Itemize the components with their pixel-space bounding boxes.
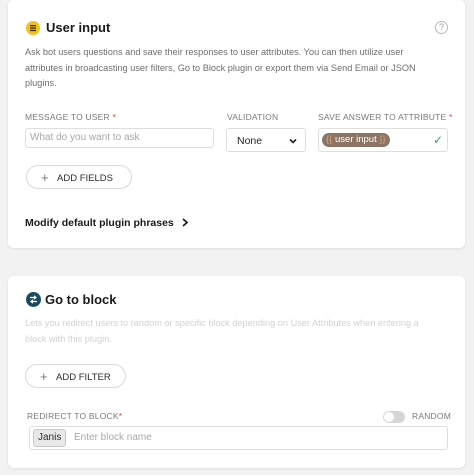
message-to-user-input[interactable]: What do you want to ask bbox=[25, 128, 214, 148]
block-tag-janis[interactable]: Janis bbox=[33, 429, 67, 447]
message-to-user-label: MESSAGE TO USER * bbox=[25, 112, 116, 122]
plus-icon: + bbox=[41, 170, 49, 185]
validation-value: None bbox=[237, 135, 263, 147]
add-fields-button[interactable]: + ADD FIELDS bbox=[26, 165, 132, 189]
redirect-to-block-label: REDIRECT TO BLOCK* bbox=[27, 411, 122, 421]
add-filter-button[interactable]: + ADD FILTER bbox=[25, 364, 126, 388]
add-filter-label: ADD FILTER bbox=[56, 372, 111, 383]
random-label: RANDOM bbox=[412, 411, 451, 421]
attribute-chip[interactable]: {{ user input }} bbox=[322, 133, 390, 147]
go-to-block-description: Lets you redirect users to random or spe… bbox=[25, 318, 419, 344]
check-icon: ✓ bbox=[433, 133, 444, 147]
modify-link-text: Modify default plugin phrases bbox=[25, 217, 174, 229]
validation-select[interactable]: None bbox=[226, 128, 306, 152]
save-attribute-field[interactable]: {{ user input }} ✓ bbox=[318, 128, 448, 152]
validation-label: VALIDATION bbox=[227, 112, 279, 122]
redirect-label-text: REDIRECT TO BLOCK bbox=[27, 411, 119, 421]
chip-open-braces: {{ bbox=[326, 134, 333, 145]
go-to-block-card: Go to block Lets you redirect users to r… bbox=[8, 276, 465, 468]
chip-close-braces: }} bbox=[379, 134, 386, 145]
random-toggle[interactable] bbox=[383, 411, 405, 423]
chip-attribute-name: user input bbox=[335, 134, 377, 145]
plus-icon: + bbox=[40, 369, 48, 384]
user-input-title: User input bbox=[46, 20, 111, 35]
chevron-down-icon bbox=[289, 138, 297, 144]
chevron-right-icon bbox=[182, 218, 188, 227]
user-input-icon bbox=[26, 21, 40, 35]
block-name-input[interactable]: Janis Enter block name bbox=[29, 426, 448, 450]
add-fields-label: ADD FIELDS bbox=[57, 173, 113, 184]
go-to-block-title: Go to block bbox=[45, 292, 117, 307]
help-icon[interactable]: ? bbox=[435, 21, 448, 34]
required-mark: * bbox=[112, 112, 116, 122]
required-mark: * bbox=[118, 411, 123, 421]
required-mark: * bbox=[448, 112, 453, 122]
message-placeholder: What do you want to ask bbox=[30, 132, 140, 143]
message-label-text: MESSAGE TO USER bbox=[25, 112, 110, 122]
block-name-placeholder: Enter block name bbox=[74, 432, 152, 443]
toggle-knob bbox=[384, 412, 394, 422]
user-input-card: User input ? Ask bot users questions and… bbox=[8, 0, 465, 248]
save-answer-label: SAVE ANSWER TO ATTRIBUTE * bbox=[318, 112, 452, 122]
user-input-description: Ask bot users questions and save their r… bbox=[25, 47, 416, 88]
go-to-block-icon bbox=[26, 292, 41, 307]
modify-phrases-link[interactable]: Modify default plugin phrases bbox=[25, 217, 189, 229]
save-label-text: SAVE ANSWER TO ATTRIBUTE bbox=[318, 112, 447, 122]
